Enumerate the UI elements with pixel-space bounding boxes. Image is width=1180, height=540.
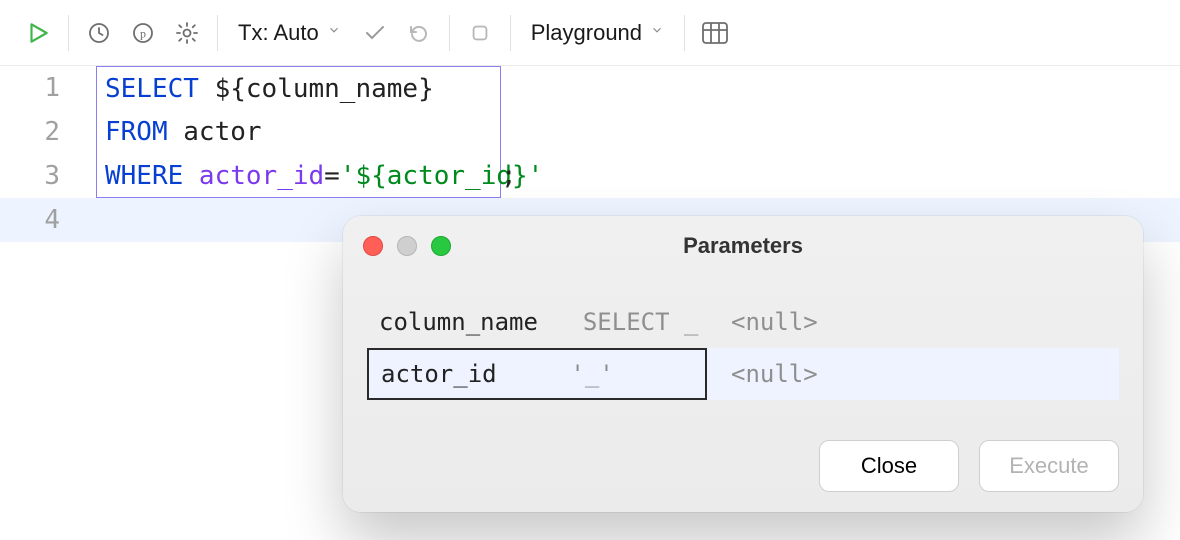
dialog-title: Parameters: [343, 233, 1143, 259]
close-window-icon[interactable]: [363, 236, 383, 256]
parameter-value-cell[interactable]: <null>: [707, 308, 1119, 336]
chevron-down-icon: [327, 23, 341, 42]
settings-icon[interactable]: [165, 11, 209, 55]
svg-text:p: p: [140, 26, 146, 40]
chevron-down-icon: [650, 23, 664, 42]
parameter-row[interactable]: actor_id '_' <null>: [367, 348, 1119, 400]
parameter-name-cell: column_name SELECT _: [367, 296, 707, 348]
run-button[interactable]: [16, 11, 60, 55]
history-icon[interactable]: [77, 11, 121, 55]
toolbar-divider: [449, 15, 450, 51]
execute-button[interactable]: Execute: [979, 440, 1119, 492]
toolbar-divider: [217, 15, 218, 51]
parameter-value-cell[interactable]: <null>: [707, 360, 1119, 388]
toolbar-divider: [68, 15, 69, 51]
tx-mode-label: Tx: Auto: [238, 20, 319, 46]
session-label: Playground: [531, 20, 642, 46]
editor-line: 2 FROM actor: [0, 110, 1180, 154]
toolbar: p Tx: Auto Playground: [0, 0, 1180, 66]
code-text: WHERE actor_id='${actor_id}': [96, 154, 501, 198]
editor-line: 3 WHERE actor_id='${actor_id}' ;: [0, 154, 1180, 198]
dialog-button-bar: Close Execute: [367, 440, 1119, 492]
toolbar-divider: [684, 15, 685, 51]
rollback-button[interactable]: [397, 11, 441, 55]
code-text: FROM actor: [96, 110, 501, 154]
line-number: 2: [0, 117, 96, 147]
parameter-row[interactable]: column_name SELECT _ <null>: [367, 296, 1119, 348]
code-text: SELECT ${column_name}: [96, 66, 501, 110]
editor-line: 1 SELECT ${column_name}: [0, 66, 1180, 110]
minimize-window-icon: [397, 236, 417, 256]
dialog-titlebar: Parameters: [343, 216, 1143, 276]
plan-icon[interactable]: p: [121, 11, 165, 55]
tx-mode-dropdown[interactable]: Tx: Auto: [226, 20, 353, 46]
parameter-name-cell: actor_id '_': [367, 348, 707, 400]
zoom-window-icon[interactable]: [431, 236, 451, 256]
close-button[interactable]: Close: [819, 440, 959, 492]
code-text: [96, 198, 112, 242]
line-number: 1: [0, 73, 96, 103]
session-dropdown[interactable]: Playground: [519, 20, 676, 46]
toolbar-divider: [510, 15, 511, 51]
line-number: 4: [0, 205, 96, 235]
output-table-icon[interactable]: [693, 11, 737, 55]
parameters-dialog: Parameters column_name SELECT _ <null> a…: [343, 216, 1143, 512]
parameters-table: column_name SELECT _ <null> actor_id '_'…: [367, 296, 1119, 400]
commit-button[interactable]: [353, 11, 397, 55]
code-text: ;: [501, 154, 525, 198]
window-controls: [363, 236, 451, 256]
stop-button[interactable]: [458, 11, 502, 55]
line-number: 3: [0, 161, 96, 191]
